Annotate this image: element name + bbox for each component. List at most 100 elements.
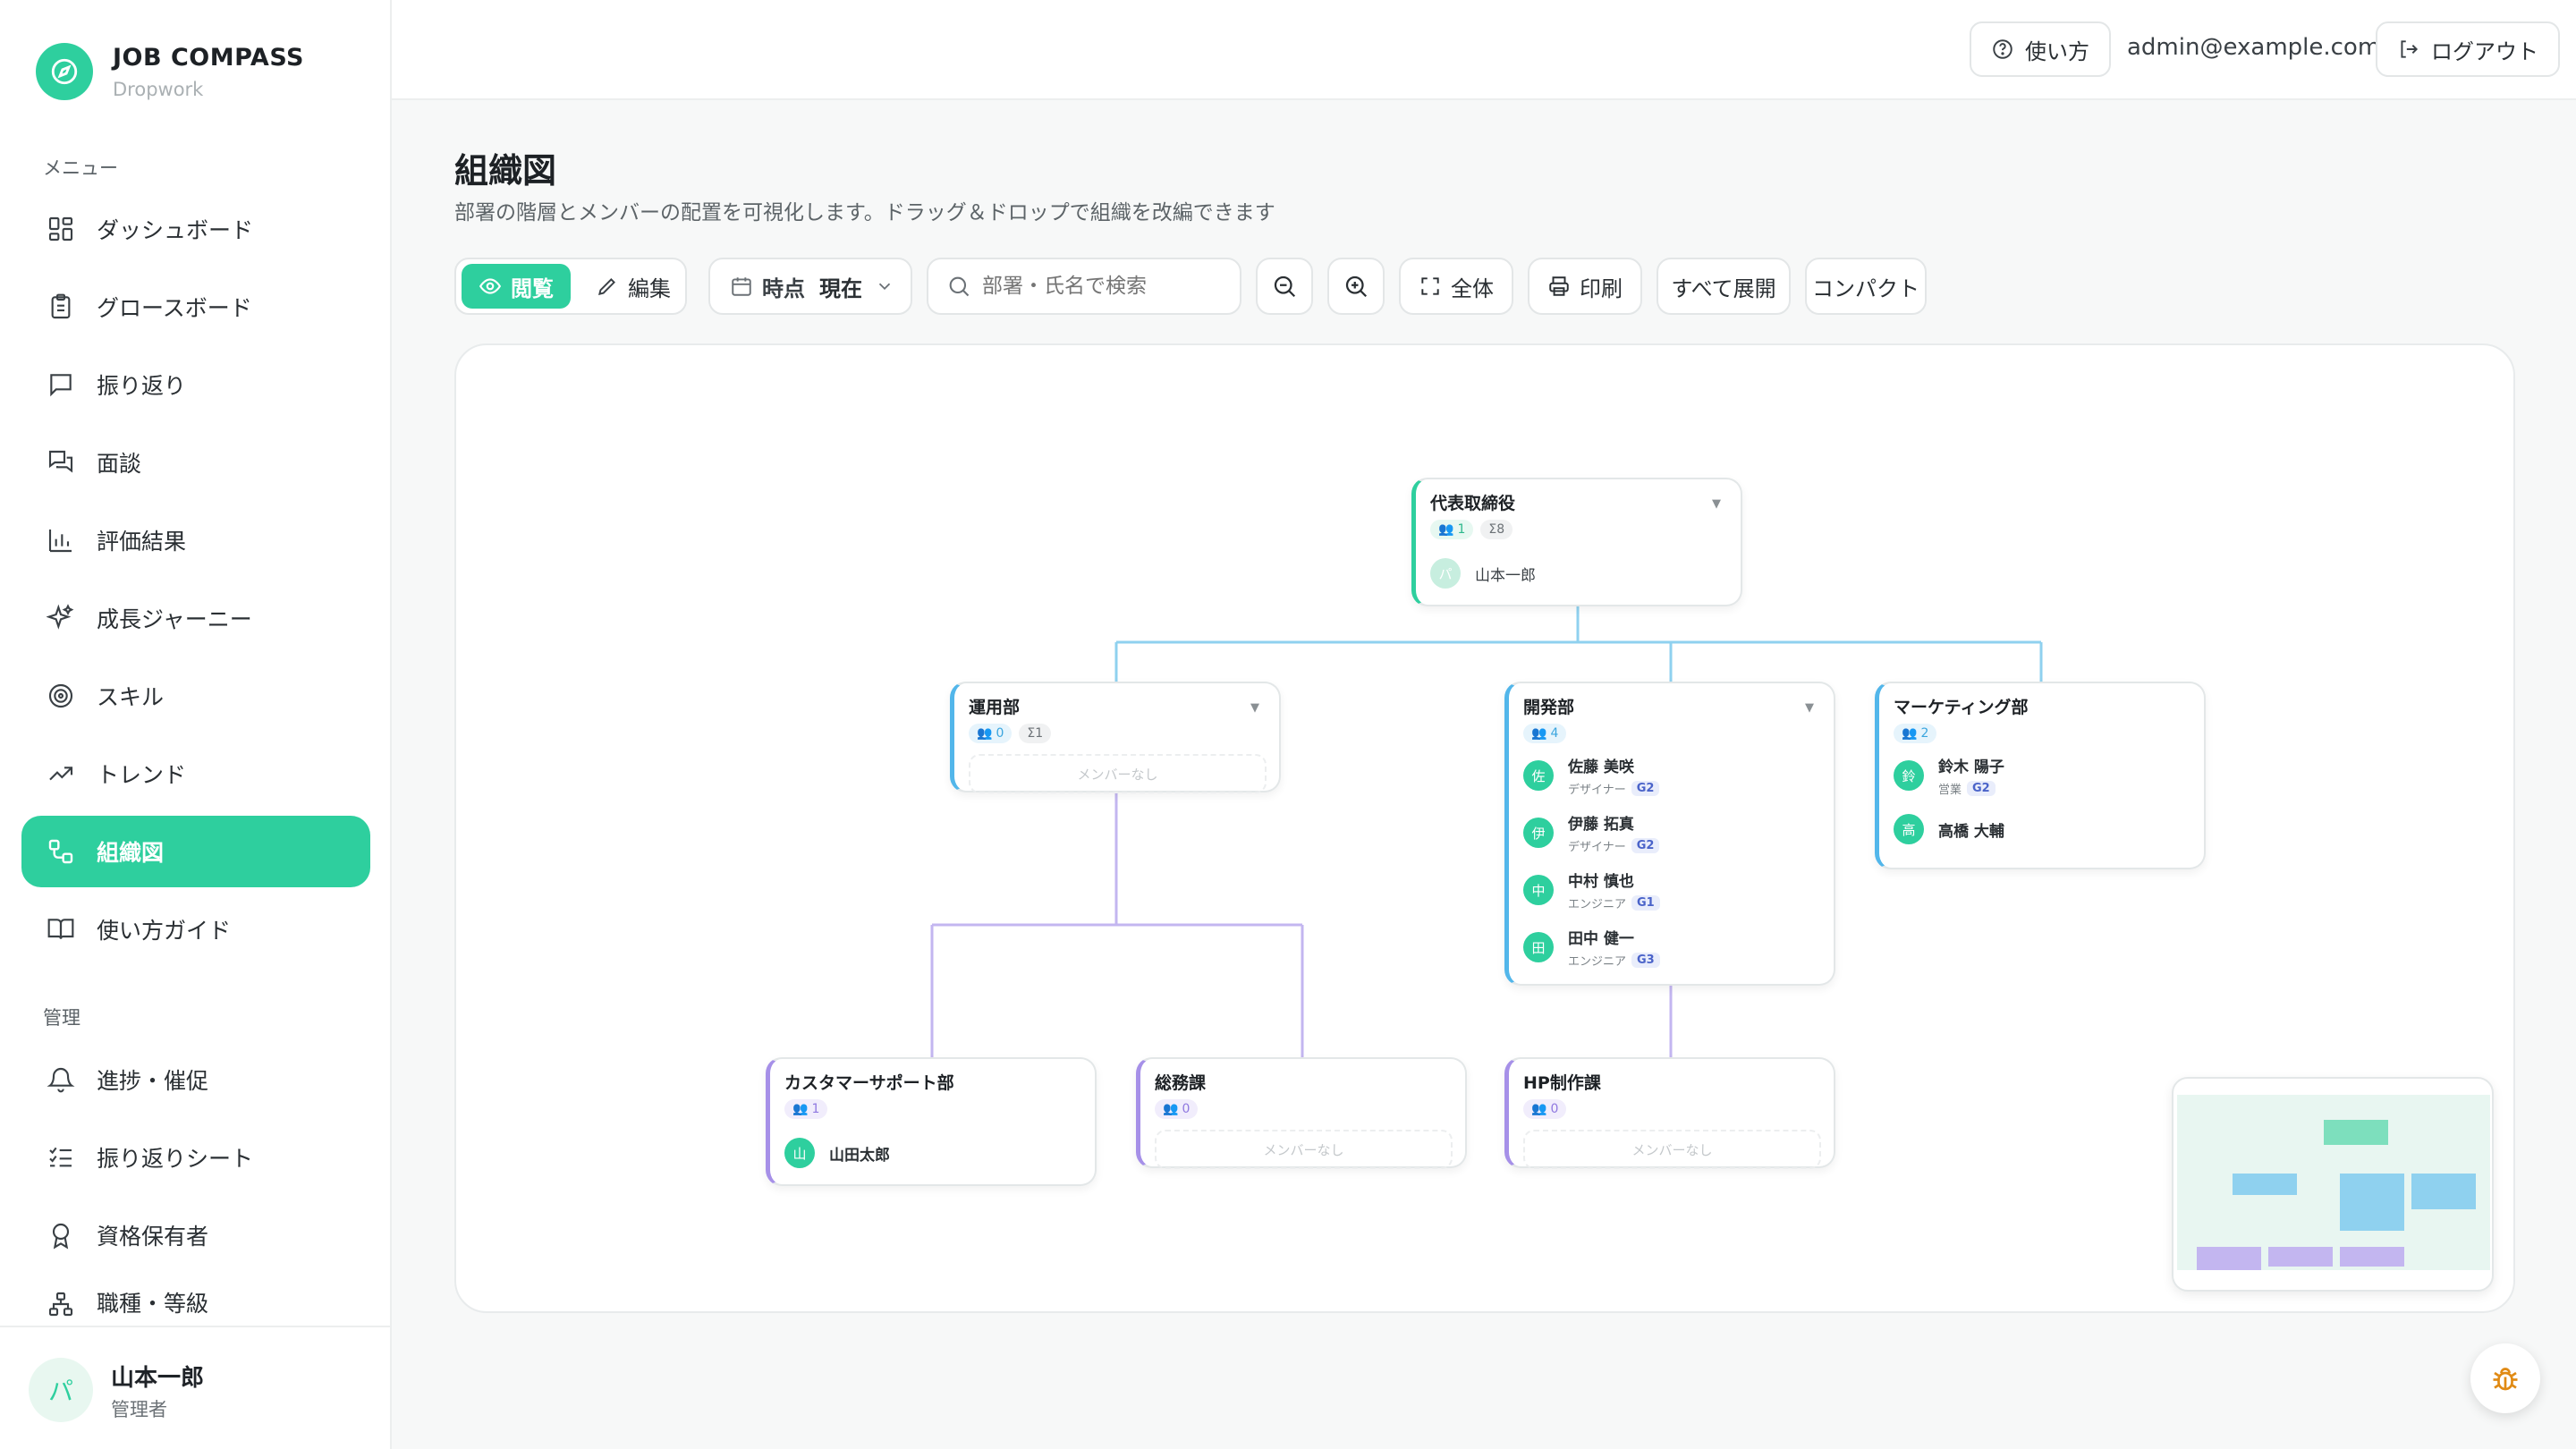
member-card[interactable]: 田 田中 健一 エンジニア G3 <box>1523 924 1821 970</box>
bug-report-button[interactable] <box>2470 1343 2540 1413</box>
bar-chart-icon <box>43 522 79 558</box>
member-role: エンジニア <box>1568 898 1627 911</box>
sidebar-item-label: 成長ジャーニー <box>97 606 252 632</box>
sidebar-item-growth-journey[interactable]: 成長ジャーニー <box>21 582 370 654</box>
member-count-badge: 👥 4 <box>1523 724 1567 743</box>
member-avatar: 高 <box>1894 814 1924 844</box>
org-node-general-affairs[interactable]: 総務課 👥 0 メンバーなし <box>1136 1057 1467 1169</box>
minimap-node <box>2340 1174 2404 1231</box>
collapse-caret-icon[interactable]: ▼ <box>1712 497 1721 511</box>
sidebar-item-skill[interactable]: スキル <box>21 660 370 732</box>
print-button[interactable]: 印刷 <box>1528 258 1642 315</box>
help-button[interactable]: 使い方 <box>1970 21 2111 77</box>
collapse-caret-icon[interactable]: ▼ <box>1805 701 1814 715</box>
compact-button[interactable]: コンパクト <box>1805 258 1927 315</box>
member-count-badge: 👥 0 <box>1523 1099 1567 1119</box>
people-icon: 👥 <box>1902 726 1918 741</box>
expand-all-label: すべて展開 <box>1671 275 1776 301</box>
time-select[interactable]: 時点 現在 <box>708 258 912 315</box>
zoom-out-icon <box>1274 275 1296 298</box>
zoom-in-button[interactable] <box>1327 258 1385 315</box>
member-count: 1 <box>1457 522 1466 537</box>
logout-button[interactable]: ログアウト <box>2376 21 2560 77</box>
org-chart-canvas[interactable]: 代表取締役 ▼ 👥 1 Σ8 パ 山本一郎 運用部 ▼ 👥 0 Σ1 メンバーなし … <box>454 343 2515 1313</box>
sidebar-item-reflection[interactable]: 振り返り <box>21 349 370 420</box>
search-box[interactable] <box>927 258 1241 315</box>
time-label: 時点 <box>762 275 805 301</box>
search-icon <box>949 276 970 297</box>
org-node-web-production[interactable]: HP制作課 👥 0 メンバーなし <box>1504 1057 1835 1169</box>
edit-mode-button[interactable]: 編集 <box>580 264 687 309</box>
sidebar-item-dashboard[interactable]: ダッシュボード <box>21 193 370 265</box>
empty-members: メンバーなし <box>969 754 1267 793</box>
minimap-node <box>2233 1174 2297 1195</box>
view-mode-button[interactable]: 閲覧 <box>462 264 571 309</box>
chat-bubbles-icon <box>43 445 79 480</box>
member-count: 4 <box>1550 726 1559 741</box>
sidebar-item-org-chart[interactable]: 組織図 <box>21 816 370 887</box>
member-role: エンジニア <box>1568 955 1627 969</box>
org-node-marketing[interactable]: マーケティング部 👥 2 鈴 鈴木 陽子 営業 G2 高 高橋 大輔 <box>1875 682 2206 869</box>
member-card[interactable]: パ 山本一郎 <box>1430 550 1728 597</box>
member-avatar: 中 <box>1523 875 1554 905</box>
sidebar-item-label: 面談 <box>97 451 142 477</box>
checklist-icon <box>43 1140 79 1175</box>
department-name: 代表取締役 <box>1430 494 1516 513</box>
org-node-development[interactable]: 開発部 ▼ 👥 4 佐 佐藤 美咲 デザイナー G2 伊 伊藤 拓真 デザイナー G2… <box>1504 682 1835 986</box>
book-icon <box>43 911 79 947</box>
user-name: 山本一郎 <box>111 1365 205 1392</box>
brand-title: JOB COMPASS <box>113 43 304 72</box>
brand[interactable]: JOB COMPASS Dropwork <box>36 43 304 100</box>
org-chart-icon <box>43 834 79 869</box>
member-count-badge: 👥 0 <box>1155 1099 1199 1119</box>
expand-all-button[interactable]: すべて展開 <box>1657 258 1791 315</box>
empty-members: メンバーなし <box>1523 1130 1821 1169</box>
sidebar-item-guide[interactable]: 使い方ガイド <box>21 894 370 965</box>
member-count-badge: 👥 2 <box>1894 724 1937 743</box>
sidebar-item-label: グロースボード <box>97 295 252 321</box>
member-card[interactable]: 佐 佐藤 美咲 デザイナー G2 <box>1523 752 1821 799</box>
sidebar-item-progress[interactable]: 進捗・催促 <box>21 1044 370 1115</box>
pencil-icon <box>597 278 615 296</box>
search-input[interactable] <box>980 274 1231 299</box>
member-name: 山田太郎 <box>829 1146 890 1165</box>
people-icon: 👥 <box>1163 1102 1179 1116</box>
member-card[interactable]: 中 中村 慎也 エンジニア G1 <box>1523 867 1821 913</box>
member-name: 伊藤 拓真 <box>1568 816 1634 834</box>
member-card[interactable]: 伊 伊藤 拓真 デザイナー G2 <box>1523 809 1821 856</box>
sidebar-item-growth-board[interactable]: グロースボード <box>21 271 370 343</box>
page-title: 組織図 <box>454 151 557 191</box>
minimap[interactable] <box>2172 1077 2494 1292</box>
user-role: 管理者 <box>111 1399 167 1420</box>
bell-icon <box>43 1062 79 1097</box>
member-count-badge: 👥 0 <box>969 724 1013 743</box>
top-header: 使い方 admin@example.com ログアウト <box>392 0 2576 100</box>
zoom-out-button[interactable] <box>1256 258 1313 315</box>
member-avatar: 鈴 <box>1894 760 1924 791</box>
sidebar-item-label: ダッシュボード <box>97 217 254 243</box>
sidebar-item-reflection-sheet[interactable]: 振り返りシート <box>21 1122 370 1193</box>
member-count: 0 <box>1182 1102 1191 1116</box>
sidebar-item-job-grade[interactable]: 職種・等級 <box>21 1277 370 1322</box>
people-icon: 👥 <box>1531 1102 1547 1116</box>
member-avatar: 山 <box>784 1138 815 1168</box>
dashboard-icon <box>43 211 79 247</box>
minimap-node <box>2340 1247 2404 1267</box>
org-node-operations[interactable]: 運用部 ▼ 👥 0 Σ1 メンバーなし <box>950 682 1281 793</box>
sidebar-item-evaluation[interactable]: 評価結果 <box>21 504 370 576</box>
member-card[interactable]: 山 山田太郎 <box>784 1130 1082 1176</box>
collapse-caret-icon[interactable]: ▼ <box>1250 701 1259 715</box>
member-card[interactable]: 鈴 鈴木 陽子 営業 G2 <box>1894 752 2191 799</box>
edit-mode-label: 編集 <box>628 275 671 301</box>
org-node-customer-support[interactable]: カスタマーサポート部 👥 1 山 山田太郎 <box>766 1057 1097 1186</box>
member-count: 0 <box>996 726 1004 741</box>
help-icon <box>1993 39 2012 59</box>
user-profile[interactable]: パ 山本一郎 管理者 <box>0 1326 392 1449</box>
sidebar-item-certification[interactable]: 資格保有者 <box>21 1199 370 1271</box>
member-card[interactable]: 高 高橋 大輔 <box>1894 806 2191 852</box>
sidebar-item-interview[interactable]: 面談 <box>21 427 370 498</box>
org-node-root[interactable]: 代表取締役 ▼ 👥 1 Σ8 パ 山本一郎 <box>1411 478 1742 606</box>
sidebar-item-trend[interactable]: トレンド <box>21 738 370 809</box>
fit-all-button[interactable]: 全体 <box>1399 258 1513 315</box>
hierarchy-icon <box>43 1286 79 1322</box>
